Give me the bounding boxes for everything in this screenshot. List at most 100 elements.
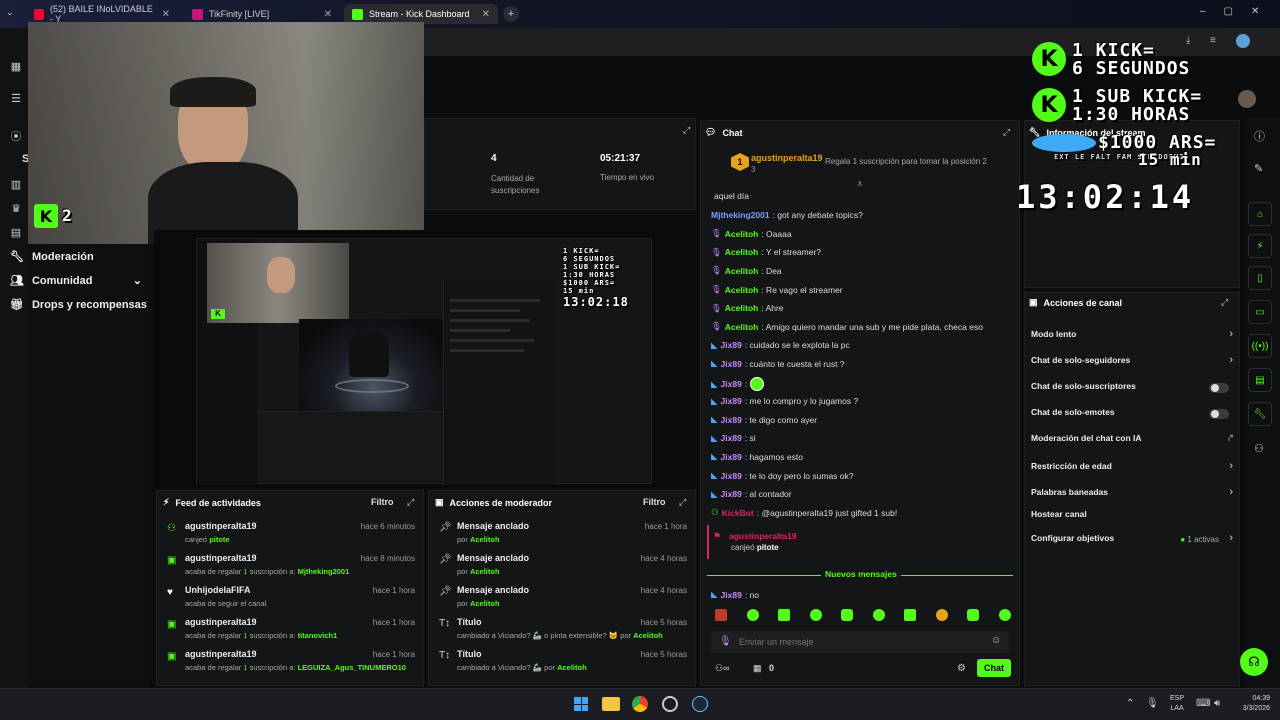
- emote-icon[interactable]: [809, 609, 822, 621]
- rail-broadcast-icon[interactable]: ((•)): [1248, 334, 1272, 358]
- emote-icon[interactable]: [872, 609, 885, 621]
- feed-item[interactable]: ▣ agustinperalta19 hace 1 hora acaba de …: [163, 615, 419, 645]
- language-indicator[interactable]: ESP LAA: [1170, 694, 1184, 714]
- chat-send-button[interactable]: Chat: [977, 659, 1011, 677]
- nav-item-comunidad[interactable]: 👥︎ Comunidad ⌄: [10, 274, 142, 288]
- channel-action-item[interactable]: Hostear canal: [1031, 509, 1233, 523]
- chat-username[interactable]: KickBot: [722, 508, 754, 518]
- mod-action-item[interactable]: 📌︎ Mensaje anclado hace 4 horas por Acel…: [435, 583, 691, 613]
- collapse-icon[interactable]: ⩡: [857, 179, 863, 190]
- feed-username[interactable]: agustinperalta19: [185, 617, 257, 627]
- feed-item[interactable]: ⚇ agustinperalta19 hace 6 minutos canjeó…: [163, 519, 419, 549]
- list-icon[interactable]: ▤: [8, 226, 24, 242]
- rail-chat-icon[interactable]: ▭: [1248, 300, 1272, 324]
- close-icon[interactable]: ✕: [482, 9, 490, 20]
- feed-username[interactable]: UnhijodelaFIFA: [185, 585, 251, 595]
- feed-username[interactable]: agustinperalta19: [185, 649, 257, 659]
- feed-item[interactable]: ▣ agustinperalta19 hace 1 hora acaba de …: [163, 647, 419, 677]
- feed-username[interactable]: agustinperalta19: [185, 521, 257, 531]
- emote-icon[interactable]: [841, 609, 854, 621]
- mic-icon[interactable]: 🎙︎: [1146, 698, 1159, 709]
- close-icon[interactable]: ✕: [324, 9, 332, 20]
- feed-detail-target[interactable]: pitote: [209, 535, 229, 544]
- emote-icon[interactable]: [715, 609, 727, 621]
- chat-input-box[interactable]: 🎙︎ ☺: [711, 631, 1009, 653]
- chart-icon[interactable]: ▥: [8, 178, 24, 194]
- channel-action-item[interactable]: Restricción de edad ›: [1031, 460, 1233, 475]
- tab-youtube[interactable]: (52) BAILE INoLVIDABLE - Y ✕: [26, 4, 178, 24]
- windows-start-icon[interactable]: [574, 697, 588, 711]
- emote-icon[interactable]: [746, 609, 759, 621]
- help-chat-button[interactable]: ☊: [1240, 648, 1268, 676]
- channel-action-item[interactable]: Modo lento ›: [1031, 328, 1233, 343]
- rail-bolt-icon[interactable]: ⚡︎: [1248, 234, 1272, 258]
- trophy-icon[interactable]: ♛: [8, 202, 24, 218]
- chat-username[interactable]: Jix89: [721, 340, 742, 350]
- mod-action-author[interactable]: Acelitoh: [470, 567, 500, 576]
- feed-detail-target[interactable]: Mjtheking2001: [298, 567, 350, 576]
- emote-icon[interactable]: [935, 609, 948, 621]
- tab-kick-dashboard[interactable]: Stream - Kick Dashboard ✕: [344, 4, 498, 24]
- tray-chevron-icon[interactable]: ⌃: [1126, 698, 1134, 709]
- nav-item-moderacion[interactable]: 🔧︎ Moderación: [10, 250, 94, 264]
- rail-tools-icon[interactable]: 🔧︎: [1248, 402, 1272, 426]
- pinned-username[interactable]: agustinperalta19: [751, 153, 823, 163]
- chat-username[interactable]: Jix89: [721, 359, 742, 369]
- chat-username[interactable]: Acelitoh: [725, 247, 759, 257]
- feed-detail-target[interactable]: LEGUIZA_Agus_TINUMERO10: [298, 663, 406, 672]
- expand-icon[interactable]: ⤢: [1221, 297, 1228, 308]
- emoji-icon[interactable]: ☺: [991, 635, 1001, 646]
- chat-settings-infinity-icon[interactable]: ⚇∞: [715, 663, 729, 674]
- toggle-switch[interactable]: [1209, 383, 1229, 393]
- obs-icon[interactable]: [662, 696, 678, 712]
- chat-username[interactable]: Acelitoh: [725, 266, 759, 276]
- clock[interactable]: 04:39 3/3/2026: [1232, 694, 1270, 714]
- channel-action-item[interactable]: Palabras baneadas ›: [1031, 486, 1233, 501]
- channel-action-item[interactable]: Chat de solo-seguidores ›: [1031, 354, 1233, 369]
- expand-icon[interactable]: ⤢: [679, 497, 686, 508]
- network-icon[interactable]: ⌨: [1196, 698, 1210, 709]
- gear-icon[interactable]: ⚙: [957, 663, 966, 674]
- tab-tikfinity[interactable]: TikFinity [LIVE] ✕: [184, 4, 340, 24]
- chat-username[interactable]: Jix89: [721, 396, 742, 406]
- chat-username[interactable]: Jix89: [721, 590, 742, 600]
- expand-icon[interactable]: ⤢: [407, 497, 414, 508]
- chat-username[interactable]: Acelitoh: [725, 285, 759, 295]
- chat-message-input[interactable]: [739, 634, 979, 650]
- chat-username[interactable]: Jix89: [721, 489, 742, 499]
- feed-item[interactable]: ▣ agustinperalta19 hace 8 minutos acaba …: [163, 551, 419, 581]
- rail-list-icon[interactable]: ▤: [1248, 368, 1272, 392]
- mod-filter-button[interactable]: Filtro: [643, 497, 666, 507]
- mod-action-item[interactable]: 📌︎ Mensaje anclado hace 1 hora por Aceli…: [435, 519, 691, 549]
- close-icon[interactable]: ✕: [162, 9, 170, 20]
- mod-action-item[interactable]: 📌︎ Mensaje anclado hace 4 horas por Acel…: [435, 551, 691, 581]
- tab-search-icon[interactable]: ⌄: [6, 7, 14, 18]
- chat-username[interactable]: Acelitoh: [725, 229, 759, 239]
- chrome-icon[interactable]: [632, 696, 648, 712]
- chat-username[interactable]: Acelitoh: [725, 303, 759, 313]
- feed-username[interactable]: agustinperalta19: [185, 553, 257, 563]
- mod-action-author[interactable]: Acelitoh: [470, 535, 500, 544]
- chat-username[interactable]: Jix89: [721, 415, 742, 425]
- mod-action-author[interactable]: Acelitoh: [470, 599, 500, 608]
- emote-icon[interactable]: [904, 609, 917, 621]
- file-explorer-icon[interactable]: [602, 697, 620, 711]
- chat-username[interactable]: Jix89: [721, 452, 742, 462]
- expand-icon[interactable]: ⤢: [1003, 127, 1010, 138]
- channel-action-item[interactable]: Configurar objetivos ● 1 activas ›: [1031, 532, 1233, 547]
- channel-action-item[interactable]: Chat de solo-emotes: [1031, 407, 1233, 421]
- users-icon[interactable]: ⚇: [1254, 442, 1264, 455]
- emote-icon[interactable]: [778, 609, 791, 621]
- emote-icon[interactable]: [998, 609, 1011, 621]
- live-icon[interactable]: ⦿: [8, 128, 24, 144]
- toggle-switch[interactable]: [1209, 409, 1229, 419]
- mod-action-item[interactable]: T↕ Título hace 5 horas cambiado a Vician…: [435, 647, 691, 677]
- chat-username[interactable]: Mjtheking2001: [711, 210, 770, 220]
- feed-detail-target[interactable]: titanovich1: [298, 631, 338, 640]
- channel-action-item[interactable]: Chat de solo-suscriptores: [1031, 381, 1233, 395]
- feed-item[interactable]: ♥ UnhijodelaFIFA hace 1 hora acaba de se…: [163, 583, 419, 613]
- volume-icon[interactable]: 🔊︎: [1214, 698, 1220, 709]
- expand-icon[interactable]: ⤢: [683, 125, 690, 136]
- channel-action-item[interactable]: Moderación del chat con IA ⤤: [1031, 433, 1233, 447]
- chat-username[interactable]: Acelitoh: [725, 322, 759, 332]
